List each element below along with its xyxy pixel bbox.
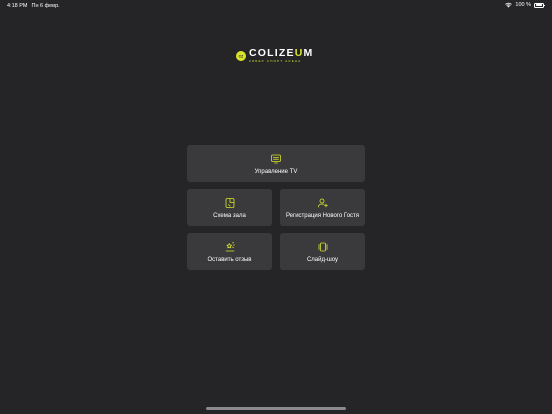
slideshow-button[interactable]: Слайд-шоу (280, 233, 365, 270)
tv-control-label: Управление TV (254, 168, 298, 175)
tv-control-button[interactable]: Управление TV (187, 145, 365, 182)
slideshow-icon (318, 242, 327, 251)
logo-text-wrap: COLIZEUM КИБЕР СПОРТ АРЕНА (249, 48, 313, 63)
logo-name-part1: COLIZE (249, 47, 295, 59)
slideshow-label: Слайд-шоу (306, 256, 339, 263)
wifi-icon (505, 2, 513, 8)
register-guest-label: Регистрация Нового Гостя (285, 212, 360, 219)
status-time: 4:18 PM (7, 3, 28, 9)
logo-tagline: КИБЕР СПОРТ АРЕНА (249, 59, 302, 63)
colizeum-logo: CZ COLIZEUM КИБЕР СПОРТ АРЕНА (236, 48, 313, 63)
add-user-icon (317, 198, 328, 207)
logo-badge: CZ (236, 50, 246, 61)
logo-name-part2: M (303, 47, 314, 59)
map-icon (225, 197, 234, 208)
hall-map-button[interactable]: Схема зала (187, 189, 272, 226)
leave-review-button[interactable]: Оставить отзыв (187, 233, 272, 270)
battery-fill (535, 4, 543, 6)
battery-icon (534, 2, 545, 8)
review-icon (225, 241, 235, 251)
logo-mark: CZ (236, 50, 246, 61)
status-bar: 4:18 PM Пн 6 февр. 100 % (0, 0, 552, 12)
hall-map-label: Схема зала (213, 212, 246, 219)
leave-review-label: Оставить отзыв (207, 256, 252, 263)
home-indicator[interactable] (206, 407, 346, 410)
app-screen: 4:18 PM Пн 6 февр. 100 % CZ COLIZEUM КИБ… (0, 0, 552, 414)
logo-name-accent: U (294, 47, 304, 59)
status-date: Пн 6 февр. (31, 3, 60, 9)
status-left: 4:18 PM Пн 6 февр. (7, 3, 60, 9)
tv-icon (271, 154, 281, 163)
status-right: 100 % (505, 2, 545, 8)
register-guest-button[interactable]: Регистрация Нового Гостя (280, 189, 365, 226)
logo-name: COLIZEUM (249, 47, 314, 59)
battery-percent: 100 % (515, 2, 531, 8)
